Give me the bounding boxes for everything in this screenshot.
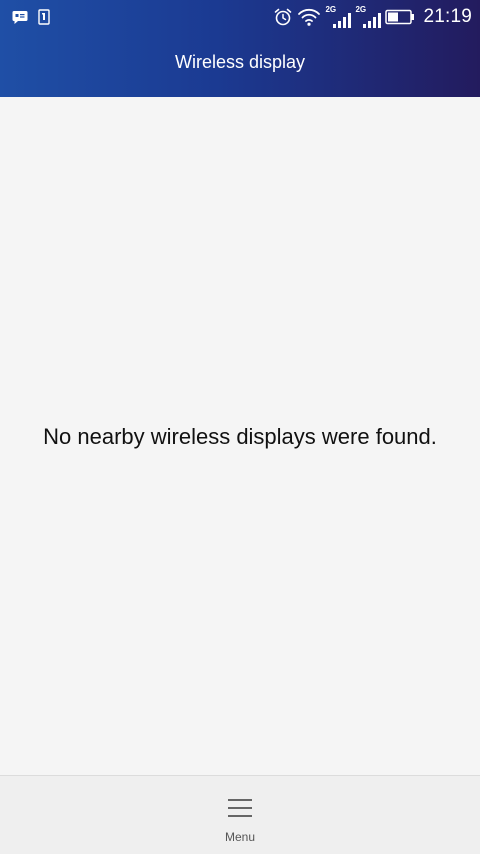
status-bar: 2G 2G 21:19 [0, 0, 480, 34]
app-header: 2G 2G 21:19 Wireless display [0, 0, 480, 97]
bottom-action-bar: Menu [0, 775, 480, 854]
signal-icon [363, 13, 382, 28]
sim-card-icon [38, 9, 50, 25]
wifi-icon [297, 7, 321, 27]
main-content: No nearby wireless displays were found. [0, 97, 480, 775]
message-notification-icon [12, 10, 28, 25]
alarm-icon [273, 7, 293, 27]
signal-icon [333, 13, 352, 28]
status-bar-time: 21:19 [423, 6, 472, 27]
signal-indicator-1: 2G [325, 5, 352, 28]
battery-icon [385, 9, 415, 25]
status-bar-right: 2G 2G 21:19 [273, 5, 472, 28]
menu-button[interactable]: Menu [200, 790, 280, 848]
signal-indicator-2: 2G [355, 5, 382, 28]
page-title: Wireless display [174, 52, 306, 72]
status-bar-left [12, 8, 50, 26]
hamburger-menu-icon [228, 799, 252, 817]
empty-state-message: No nearby wireless displays were found. [43, 424, 437, 449]
menu-label: Menu [224, 830, 256, 844]
